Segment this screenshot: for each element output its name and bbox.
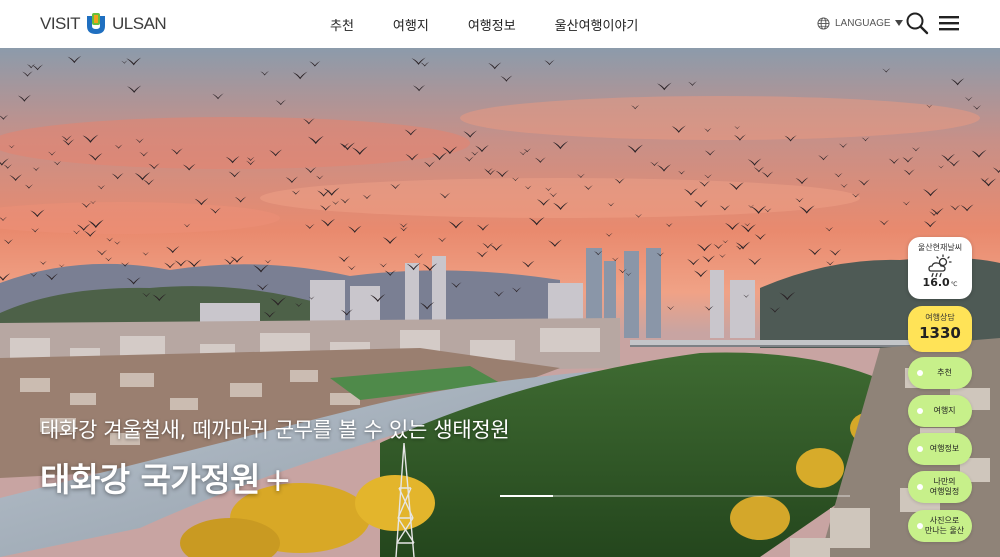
weather-temperature: 16.0℃: [908, 276, 972, 289]
hero-subtitle: 태화강 겨울철새, 떼까마귀 군무를 볼 수 있는 생태정원: [40, 418, 510, 442]
quick-link-photo-ulsan[interactable]: 사진으로 만나는 울산: [908, 510, 972, 542]
ulsan-logo-mark-icon: [87, 13, 106, 34]
search-icon[interactable]: [905, 11, 929, 35]
nav-item-destinations[interactable]: 여행지: [393, 15, 429, 34]
nav-item-travel-info[interactable]: 여행정보: [468, 15, 516, 34]
hero-slider: 태화강 겨울철새, 떼까마귀 군무를 볼 수 있는 생태정원 태화강 국가정원 +: [0, 48, 1000, 557]
main-nav: 추천 여행지 여행정보 울산여행이야기: [330, 0, 677, 48]
weather-label: 울산현재날씨: [917, 243, 963, 252]
language-label: LANGUAGE: [835, 17, 891, 29]
travel-consult-button[interactable]: 여행상담 1330: [908, 306, 972, 352]
slide-progress-bar[interactable]: [500, 495, 850, 497]
logo-text-visit: VISIT: [40, 14, 81, 33]
nav-item-ulsan-stories[interactable]: 울산여행이야기: [555, 15, 639, 34]
quick-link-recommend[interactable]: 추천: [908, 357, 972, 389]
caret-down-icon: [894, 20, 903, 26]
temperature-value: 16.0: [922, 276, 950, 289]
consult-label: 여행상담: [925, 313, 955, 322]
quick-link-travel-info[interactable]: 여행정보: [908, 433, 972, 465]
site-header: VISIT ULSAN 추천 여행지 여행정보 울산여행이야기 LANGUAGE: [0, 0, 1000, 48]
slide-progress-fill: [500, 495, 553, 497]
weather-widget[interactable]: 울산현재날씨 16.0℃: [908, 237, 972, 299]
hero-title-link[interactable]: 태화강 국가정원 +: [40, 453, 292, 501]
hero-title-text: 태화강 국가정원: [40, 460, 261, 499]
nav-item-recommend[interactable]: 추천: [330, 15, 354, 34]
quick-link-label: 사진으로 만나는 울산: [924, 516, 965, 535]
globe-icon: [817, 16, 830, 30]
quick-link-destinations[interactable]: 여행지: [908, 395, 972, 427]
logo-text-ulsan: ULSAN: [112, 14, 167, 33]
hamburger-menu-icon[interactable]: [938, 13, 960, 33]
plus-icon: +: [264, 460, 292, 499]
quick-link-label: 여행지: [933, 406, 956, 415]
temperature-unit: ℃: [950, 281, 958, 288]
language-selector[interactable]: LANGUAGE: [817, 15, 903, 31]
quick-link-label: 추천: [937, 368, 952, 377]
visit-ulsan-logo[interactable]: VISIT ULSAN: [40, 10, 167, 38]
quick-link-my-itinerary[interactable]: 나만의 여행일정: [908, 471, 972, 503]
quick-link-label: 여행정보: [929, 444, 960, 453]
partly-cloudy-rain-icon: [928, 254, 952, 278]
consult-number: 1330: [919, 324, 961, 342]
quick-link-label: 나만의 여행일정: [929, 477, 960, 496]
